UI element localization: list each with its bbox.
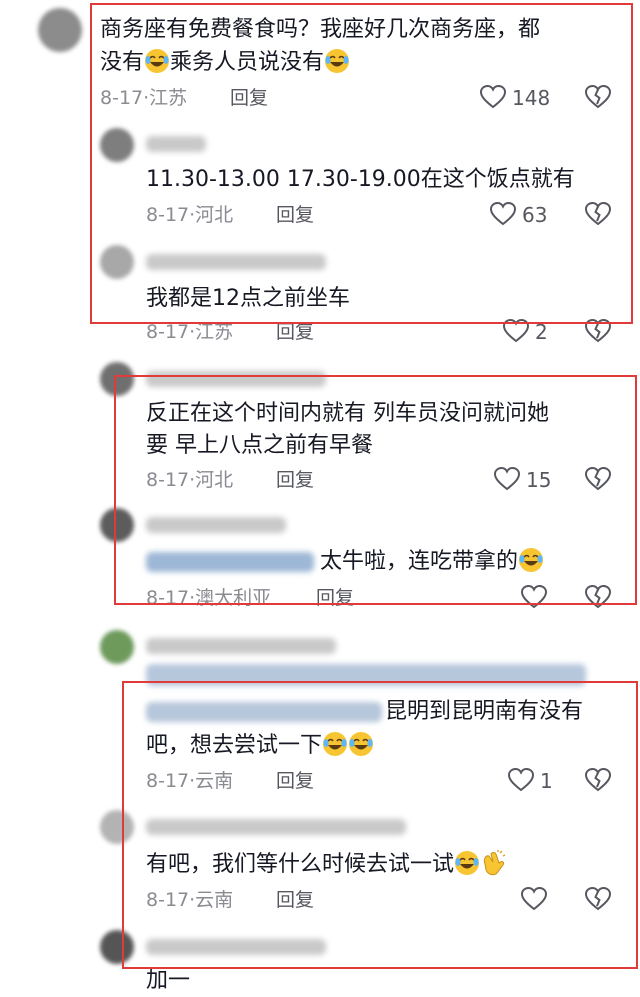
comment-location: 云南 — [195, 770, 234, 792]
avatar[interactable] — [100, 630, 134, 664]
laughing-crying-emoji — [144, 48, 170, 74]
broken-heart-icon[interactable] — [585, 319, 611, 343]
comment-text: 吧，想去尝试一下 — [146, 729, 374, 762]
heart-outline-icon[interactable] — [503, 319, 529, 343]
heart-outline-icon[interactable] — [480, 85, 506, 109]
laughing-crying-emoji — [348, 731, 374, 757]
reply-button[interactable]: 回复 — [276, 468, 314, 492]
blurred-username — [146, 638, 336, 654]
broken-heart-icon[interactable] — [585, 467, 611, 491]
comment-text-line-2b: 乘务人员说没有 — [170, 50, 325, 75]
reply-button[interactable]: 回复 — [276, 203, 314, 227]
comment-text: 昆明到昆明南有没有 — [385, 695, 583, 728]
heart-outline-icon[interactable] — [508, 768, 534, 792]
reply-button[interactable]: 回复 — [276, 769, 314, 793]
avatar[interactable] — [100, 930, 134, 964]
blurred-username — [146, 254, 326, 270]
comment-meta: 8-17·江苏 — [100, 86, 187, 110]
reply-button[interactable]: 回复 — [276, 320, 314, 344]
like-count: 148 — [512, 86, 551, 110]
comment-location: 江苏 — [149, 87, 188, 109]
broken-heart-icon[interactable] — [585, 85, 611, 109]
laughing-crying-emoji — [518, 547, 544, 573]
comment-date: 8-17 — [146, 889, 190, 911]
heart-outline-icon[interactable] — [521, 585, 547, 609]
comment-text-line-1: 加一 — [146, 968, 191, 993]
like-count: 1 — [540, 769, 553, 793]
comment-date: 8-17 — [146, 770, 190, 792]
avatar[interactable] — [100, 362, 134, 396]
blurred-mention — [146, 552, 314, 572]
reply-button[interactable]: 回复 — [230, 86, 268, 110]
laughing-crying-emoji — [322, 731, 348, 757]
comment-text-line-1: 有吧，我们等什么时候去试一试 — [146, 852, 455, 877]
comment-location: 云南 — [195, 889, 234, 911]
comment-text: 太牛啦，连吃带拿的 — [320, 545, 544, 578]
avatar[interactable] — [100, 245, 134, 279]
comment-text-line-1: 11.30-13.00 17.30-19.00在这个饭点就有 — [146, 167, 575, 192]
comment-text: 我都是12点之前坐车 — [146, 282, 350, 315]
comment-text: 11.30-13.00 17.30-19.00在这个饭点就有 — [146, 163, 575, 196]
comment-meta: 8-17·河北 — [146, 468, 233, 492]
comment-text: 有吧，我们等什么时候去试一试 — [146, 848, 506, 881]
comment-text: 加一 — [146, 964, 190, 997]
comment-text: 没有 乘务人员说没有 — [100, 46, 350, 79]
reply-button[interactable]: 回复 — [316, 586, 354, 610]
comment-location: 河北 — [195, 204, 234, 226]
comment-text-line-2a: 没有 — [100, 50, 145, 75]
comment-meta: 8-17·河北 — [146, 203, 233, 227]
blurred-text — [146, 664, 586, 686]
comment-text-line-1: 反正在这个时间内就有 列车员没问就问她 — [146, 401, 549, 426]
comment-meta: 8-17·澳大利亚 — [146, 586, 271, 610]
comment-location: 江苏 — [195, 321, 234, 343]
laughing-crying-emoji — [324, 48, 350, 74]
heart-outline-icon[interactable] — [521, 887, 547, 911]
comment-meta: 8-17·云南 — [146, 888, 233, 912]
reply-button[interactable]: 回复 — [276, 888, 314, 912]
blurred-username — [146, 819, 406, 835]
comment-location: 澳大利亚 — [195, 587, 272, 609]
laughing-crying-emoji — [454, 850, 480, 876]
comment-date: 8-17 — [146, 587, 190, 609]
comment-date: 8-17 — [100, 87, 144, 109]
comment-date: 8-17 — [146, 204, 190, 226]
comment-text: 商务座有免费餐食吗？我座好几次商务座，都 — [100, 13, 540, 46]
broken-heart-icon[interactable] — [585, 887, 611, 911]
comment-date: 8-17 — [146, 469, 190, 491]
broken-heart-icon[interactable] — [585, 585, 611, 609]
comment-location: 河北 — [195, 469, 234, 491]
like-count: 2 — [535, 320, 548, 344]
comment-text-line-1: 我都是12点之前坐车 — [146, 286, 350, 311]
blurred-username — [146, 939, 326, 955]
broken-heart-icon[interactable] — [585, 768, 611, 792]
avatar[interactable] — [100, 508, 134, 542]
comment-text: 反正在这个时间内就有 列车员没问就问她 — [146, 397, 549, 430]
comment-text-line-1: 商务座有免费餐食吗？我座好几次商务座，都 — [100, 17, 541, 42]
comment-date: 8-17 — [146, 321, 190, 343]
heart-outline-icon[interactable] — [494, 467, 520, 491]
blurred-username — [146, 136, 206, 152]
comment-meta: 8-17·云南 — [146, 769, 233, 793]
comment-meta: 8-17·江苏 — [146, 320, 233, 344]
blurred-text — [146, 702, 382, 722]
avatar[interactable] — [38, 8, 82, 52]
comment-text-line-2: 要 早上八点之前有早餐 — [146, 433, 373, 458]
comment-text-line-2: 吧，想去尝试一下 — [146, 733, 323, 758]
clapping-hands-emoji — [480, 850, 506, 876]
comment-text-line-1: 昆明到昆明南有没有 — [385, 699, 584, 724]
like-count: 15 — [526, 468, 552, 492]
blurred-username — [146, 371, 326, 387]
blurred-username — [146, 517, 286, 533]
avatar[interactable] — [100, 810, 134, 844]
comment-text-line-1: 太牛啦，连吃带拿的 — [320, 549, 519, 574]
broken-heart-icon[interactable] — [585, 202, 611, 226]
comment-text: 要 早上八点之前有早餐 — [146, 429, 373, 462]
heart-outline-icon[interactable] — [490, 202, 516, 226]
like-count: 63 — [522, 203, 548, 227]
avatar[interactable] — [100, 128, 134, 162]
